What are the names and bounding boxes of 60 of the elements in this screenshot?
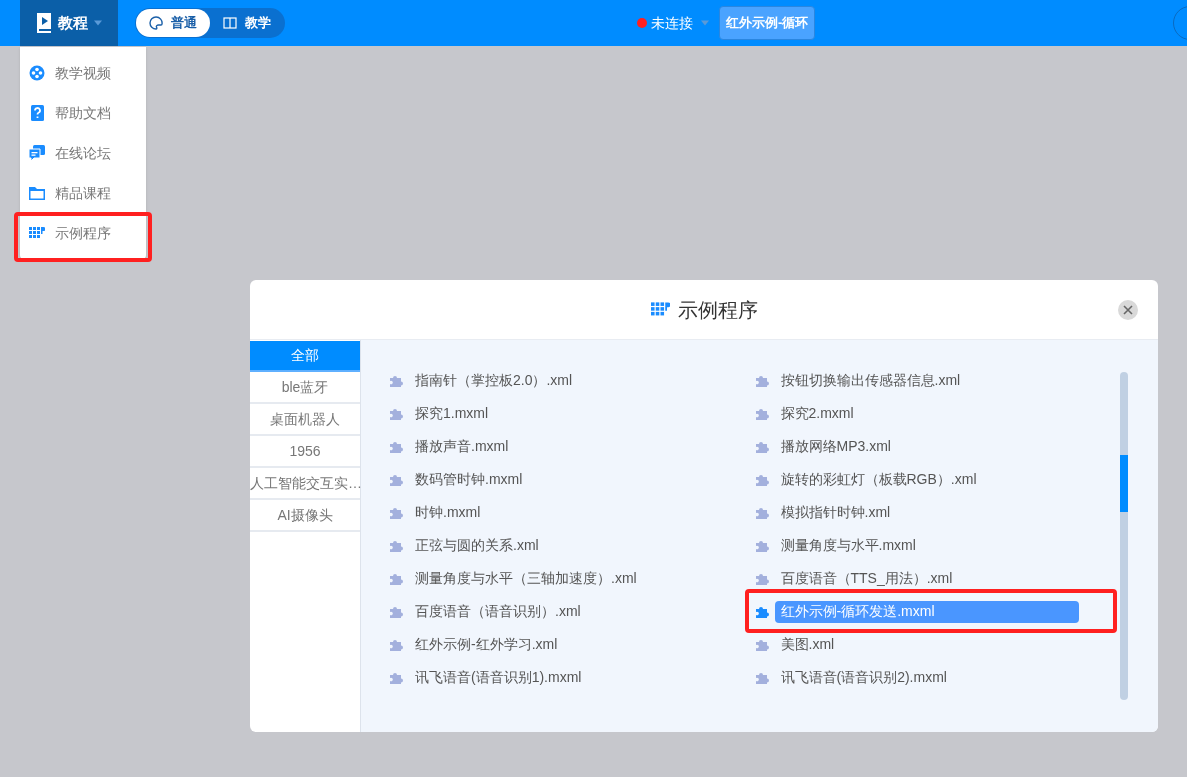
puzzle-icon — [754, 538, 769, 553]
file-item[interactable]: 测量角度与水平（三轴加速度）.xml — [389, 567, 651, 590]
puzzle-icon — [754, 472, 769, 487]
puzzle-icon — [754, 604, 769, 619]
puzzle-icon — [389, 670, 403, 685]
file-item[interactable]: 美图.xml — [754, 633, 849, 656]
menu-item[interactable]: 帮助文档 — [20, 93, 146, 133]
file-item[interactable]: 播放声音.mxml — [389, 435, 523, 458]
puzzle-icon — [389, 505, 403, 520]
file-item[interactable]: 指南针（掌控板2.0）.xml — [389, 369, 587, 392]
file-item[interactable]: 模拟指针时钟.xml — [754, 501, 905, 524]
book-play-icon — [36, 13, 52, 33]
file-item[interactable]: 探究1.mxml — [389, 402, 503, 425]
puzzle-icon — [754, 637, 769, 652]
film-reel-icon — [29, 65, 45, 81]
book-icon — [223, 16, 237, 30]
menu-item[interactable]: 示例程序 — [20, 213, 146, 253]
palette-icon — [149, 16, 163, 30]
puzzle-icon — [754, 505, 769, 520]
close-button[interactable] — [1118, 300, 1138, 320]
file-item[interactable]: 正弦与圆的关系.xml — [389, 534, 553, 557]
caret-icon — [701, 20, 709, 26]
puzzle-icon — [754, 406, 769, 421]
puzzle-icon — [754, 373, 769, 388]
close-icon — [1123, 305, 1133, 315]
puzzle-icon — [389, 439, 403, 454]
grid-icon — [29, 225, 45, 241]
file-item[interactable]: 讯飞语音(语音识别2).mxml — [754, 666, 961, 689]
puzzle-icon — [754, 670, 769, 685]
dialog-title: 示例程序 — [677, 297, 758, 323]
puzzle-icon — [754, 571, 769, 586]
tutorial-menu-button[interactable]: 教程 — [20, 0, 118, 46]
puzzle-icon — [389, 538, 403, 553]
chat-icon — [29, 145, 45, 161]
file-item[interactable]: 红外示例-红外学习.xml — [389, 633, 572, 656]
file-item[interactable]: 播放网络MP3.xml — [754, 435, 905, 458]
file-item[interactable]: 数码管时钟.mxml — [389, 468, 537, 491]
puzzle-icon — [389, 406, 403, 421]
file-item[interactable]: 旋转的彩虹灯（板载RGB）.xml — [754, 468, 991, 491]
caret-icon — [94, 20, 102, 26]
file-item[interactable]: 百度语音（语音识别）.xml — [389, 600, 595, 623]
menu-item[interactable]: 在线论坛 — [20, 133, 146, 173]
puzzle-icon — [389, 604, 403, 619]
puzzle-icon — [389, 571, 403, 586]
help-document-icon — [29, 105, 45, 121]
mode-tab[interactable]: 教学 — [210, 9, 284, 37]
file-item[interactable]: 按钮切换输出传感器信息.xml — [754, 369, 975, 392]
mode-tab[interactable]: 普通 — [136, 9, 210, 37]
menu-item[interactable]: 精品课程 — [20, 173, 146, 213]
puzzle-icon — [754, 439, 769, 454]
file-item[interactable]: 讯飞语音(语音识别1).mxml — [389, 666, 596, 689]
puzzle-icon — [389, 373, 403, 388]
puzzle-icon — [389, 472, 403, 487]
puzzle-icon — [389, 637, 403, 652]
folder-icon — [29, 185, 45, 201]
menu-item[interactable]: 教学视频 — [20, 53, 146, 93]
file-item[interactable]: 时钟.mxml — [389, 501, 495, 524]
file-item[interactable]: 测量角度与水平.mxml — [754, 534, 930, 557]
file-item[interactable]: 百度语音（TTS_用法）.xml — [754, 567, 967, 590]
file-item[interactable]: 探究2.mxml — [754, 402, 868, 425]
